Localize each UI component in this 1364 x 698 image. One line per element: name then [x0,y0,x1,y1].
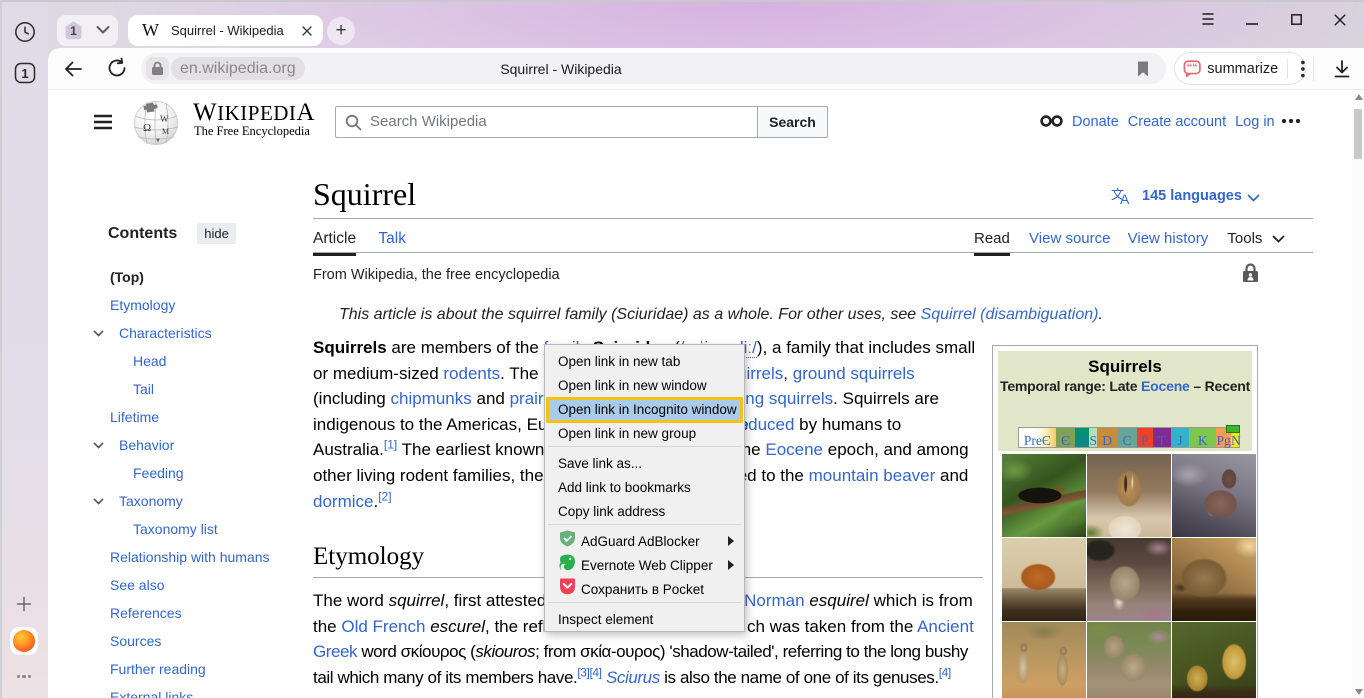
svg-text:“: “ [1192,62,1197,74]
svg-text:W: W [160,114,169,124]
svg-text:M: M [162,127,169,136]
svg-text:Ω: Ω [143,122,151,134]
svg-text:1: 1 [70,24,77,38]
svg-text:1: 1 [21,66,28,81]
svg-text:▼: ▼ [155,138,161,144]
